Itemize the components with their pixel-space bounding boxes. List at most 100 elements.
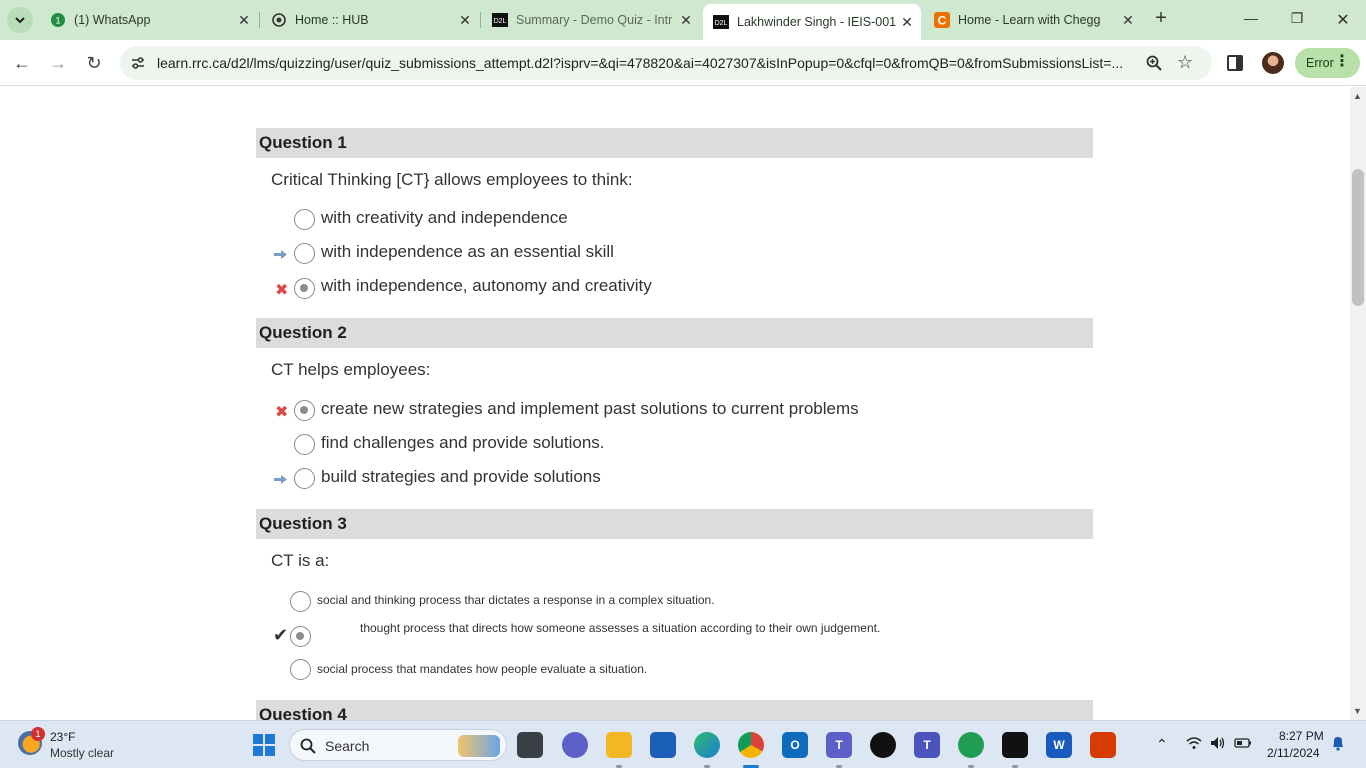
back-icon[interactable]: ← xyxy=(11,52,33,74)
answer-option: find challenges and provide solutions. xyxy=(321,433,605,452)
close-icon[interactable]: ✕ xyxy=(236,12,252,29)
radio-button[interactable] xyxy=(290,591,311,612)
tab-strip: 1 (1) WhatsApp ✕ Home :: HUB ✕ D2L Summa… xyxy=(0,0,1366,40)
question-title: Question 3 xyxy=(259,514,347,533)
tab-title: (1) WhatsApp xyxy=(74,13,151,27)
tab-separator xyxy=(480,12,481,28)
new-tab-button[interactable]: + xyxy=(1150,8,1172,30)
search-highlight-icon xyxy=(458,735,500,757)
scroll-up-arrow-icon[interactable]: ▲ xyxy=(1353,91,1362,101)
notification-bell-icon[interactable] xyxy=(1331,735,1345,754)
office-icon[interactable] xyxy=(1090,732,1116,758)
taskbar-search[interactable]: Search xyxy=(289,729,507,761)
answer-option: social process that mandates how people … xyxy=(317,662,648,676)
store-icon[interactable] xyxy=(650,732,676,758)
question-title: Question 1 xyxy=(259,133,347,152)
url-text[interactable]: learn.rrc.ca/d2l/lms/quizzing/user/quiz_… xyxy=(157,55,1137,71)
volume-icon[interactable] xyxy=(1210,736,1226,753)
clock-date[interactable]: 2/11/2024 xyxy=(1267,746,1320,760)
chat-icon[interactable] xyxy=(562,732,588,758)
teams-icon[interactable]: T xyxy=(826,732,852,758)
correct-check-icon: ✔ xyxy=(273,625,289,645)
teams-new-icon[interactable]: T xyxy=(914,732,940,758)
tab-title: Home - Learn with Chegg xyxy=(958,13,1101,27)
radio-button[interactable] xyxy=(294,243,315,264)
avatar[interactable] xyxy=(1262,52,1284,74)
notification-badge: 1 xyxy=(31,727,45,741)
minimize-icon[interactable]: — xyxy=(1241,10,1261,26)
chrome-icon[interactable] xyxy=(738,732,764,758)
weather-temperature[interactable]: 23°F xyxy=(50,730,75,744)
outlook-icon[interactable]: O xyxy=(782,732,808,758)
svg-text:D2L: D2L xyxy=(494,18,507,25)
edge-icon[interactable] xyxy=(694,732,720,758)
question-2-header: Question 2 xyxy=(256,318,1093,348)
radio-button-selected[interactable] xyxy=(294,278,315,299)
radio-button-selected[interactable] xyxy=(290,626,311,647)
question-title: Question 2 xyxy=(259,323,347,342)
question-3-text: CT is a: xyxy=(271,551,330,570)
quiz-attempt-page: Question 1 Critical Thinking [CT} allows… xyxy=(0,87,1350,720)
whatsapp-icon[interactable] xyxy=(958,732,984,758)
close-icon[interactable]: ✕ xyxy=(1120,12,1136,29)
start-button[interactable] xyxy=(253,734,275,756)
windows-taskbar: 1 23°F Mostly clear Search O T T W ⌃ 8:2… xyxy=(0,720,1366,768)
error-button[interactable]: Error ⋮ xyxy=(1295,48,1360,78)
answer-option: social and thinking process thar dictate… xyxy=(317,593,715,607)
radio-button-selected[interactable] xyxy=(294,400,315,421)
folder-icon[interactable] xyxy=(606,732,632,758)
wifi-icon[interactable] xyxy=(1186,736,1202,753)
show-hidden-icons-icon[interactable]: ⌃ xyxy=(1156,736,1168,753)
page-scrollbar[interactable]: ▲ ▼ xyxy=(1350,87,1366,720)
scroll-down-arrow-icon[interactable]: ▼ xyxy=(1353,706,1362,716)
site-info-icon[interactable] xyxy=(129,54,147,77)
search-icon xyxy=(300,738,316,754)
tab-demo-quiz[interactable]: D2L Summary - Demo Quiz - Intr ✕ xyxy=(482,6,700,34)
question-2-text: CT helps employees: xyxy=(271,360,431,379)
radio-button[interactable] xyxy=(294,209,315,230)
clock-time[interactable]: 8:27 PM xyxy=(1279,729,1324,743)
more-menu-icon[interactable]: ⋮ xyxy=(1334,54,1350,70)
answer-option: with creativity and independence xyxy=(321,208,568,227)
address-bar[interactable]: learn.rrc.ca/d2l/lms/quizzing/user/quiz_… xyxy=(120,46,1212,80)
close-icon[interactable]: ✕ xyxy=(678,12,694,29)
incorrect-x-icon: ✖ xyxy=(275,282,289,299)
incorrect-x-icon: ✖ xyxy=(275,404,289,421)
answer-option: build strategies and provide solutions xyxy=(321,467,601,486)
radio-button[interactable] xyxy=(290,659,311,680)
tab-whatsapp[interactable]: 1 (1) WhatsApp ✕ xyxy=(40,6,258,34)
reload-icon[interactable]: ↻ xyxy=(83,52,105,74)
word-icon[interactable]: W xyxy=(1046,732,1072,758)
webex-meet-icon[interactable] xyxy=(1002,732,1028,758)
tab-search-button[interactable] xyxy=(7,7,33,33)
d2l-icon: D2L xyxy=(713,14,729,30)
close-icon[interactable]: ✕ xyxy=(899,14,915,31)
close-icon[interactable]: ✕ xyxy=(457,12,473,29)
radio-button[interactable] xyxy=(294,468,315,489)
battery-icon[interactable] xyxy=(1234,736,1252,752)
radio-button[interactable] xyxy=(294,434,315,455)
answer-option: with independence as an essential skill xyxy=(321,242,614,261)
question-title: Question 4 xyxy=(259,705,347,720)
tab-lakhwinder-active[interactable]: D2L Lakhwinder Singh - IEIS-001 ✕ xyxy=(703,4,921,40)
scrollbar-thumb[interactable] xyxy=(1352,169,1364,306)
chevron-down-icon xyxy=(15,17,25,24)
question-3-header: Question 3 xyxy=(256,509,1093,539)
error-label: Error xyxy=(1306,56,1334,70)
forward-icon[interactable]: → xyxy=(47,52,69,74)
tab-title: Home :: HUB xyxy=(295,13,369,27)
webex-icon[interactable] xyxy=(870,732,896,758)
hub-icon xyxy=(271,12,287,28)
weather-description[interactable]: Mostly clear xyxy=(50,746,114,760)
window-close-icon[interactable]: ✕ xyxy=(1333,10,1353,30)
answer-option: thought process that directs how someone… xyxy=(360,621,881,635)
side-panel-icon[interactable] xyxy=(1227,55,1243,71)
zoom-icon[interactable] xyxy=(1145,54,1163,77)
task-view-icon[interactable] xyxy=(517,732,543,758)
restore-icon[interactable]: ❐ xyxy=(1287,10,1307,27)
bookmark-star-icon[interactable]: ☆ xyxy=(1177,52,1193,73)
tab-hub[interactable]: Home :: HUB ✕ xyxy=(261,6,479,34)
correct-answer-arrow-icon xyxy=(274,475,287,484)
tab-chegg[interactable]: C Home - Learn with Chegg ✕ xyxy=(924,6,1142,34)
search-label: Search xyxy=(325,738,370,754)
